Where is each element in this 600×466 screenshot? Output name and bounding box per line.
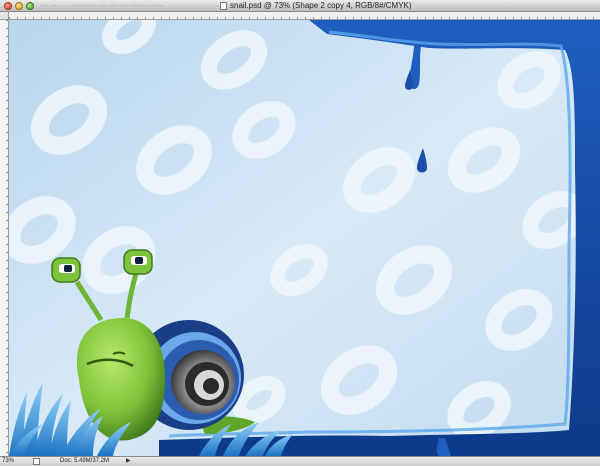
status-bar: 73% Doc: 5.49M/37.2M ▶: [0, 456, 600, 466]
photoshop-document-window: — — ··· — —— — — — —— —— snail.psd @ 73%…: [0, 0, 600, 466]
horizontal-ruler[interactable]: [9, 12, 600, 20]
minimize-button[interactable]: [15, 2, 23, 10]
close-button[interactable]: [4, 2, 12, 10]
document-canvas[interactable]: [9, 20, 600, 456]
status-menu-arrow-icon[interactable]: ▶: [126, 458, 131, 465]
document-size-info: Doc: 5.49M/37.2M: [60, 458, 110, 464]
document-icon: [220, 2, 227, 10]
vertical-ruler[interactable]: [0, 20, 9, 456]
faded-path-text: — — ··· — —— — — — —— ——: [40, 1, 164, 10]
zoom-button[interactable]: [26, 2, 34, 10]
window-title: snail.psd @ 73% (Shape 2 copy 4, RGB/8#/…: [230, 1, 412, 10]
status-preview-icon[interactable]: [33, 458, 40, 465]
zoom-level-field[interactable]: 73%: [2, 457, 26, 466]
title-bar[interactable]: — — ··· — —— — — — —— —— snail.psd @ 73%…: [0, 0, 600, 12]
ruler-origin[interactable]: [0, 12, 9, 20]
